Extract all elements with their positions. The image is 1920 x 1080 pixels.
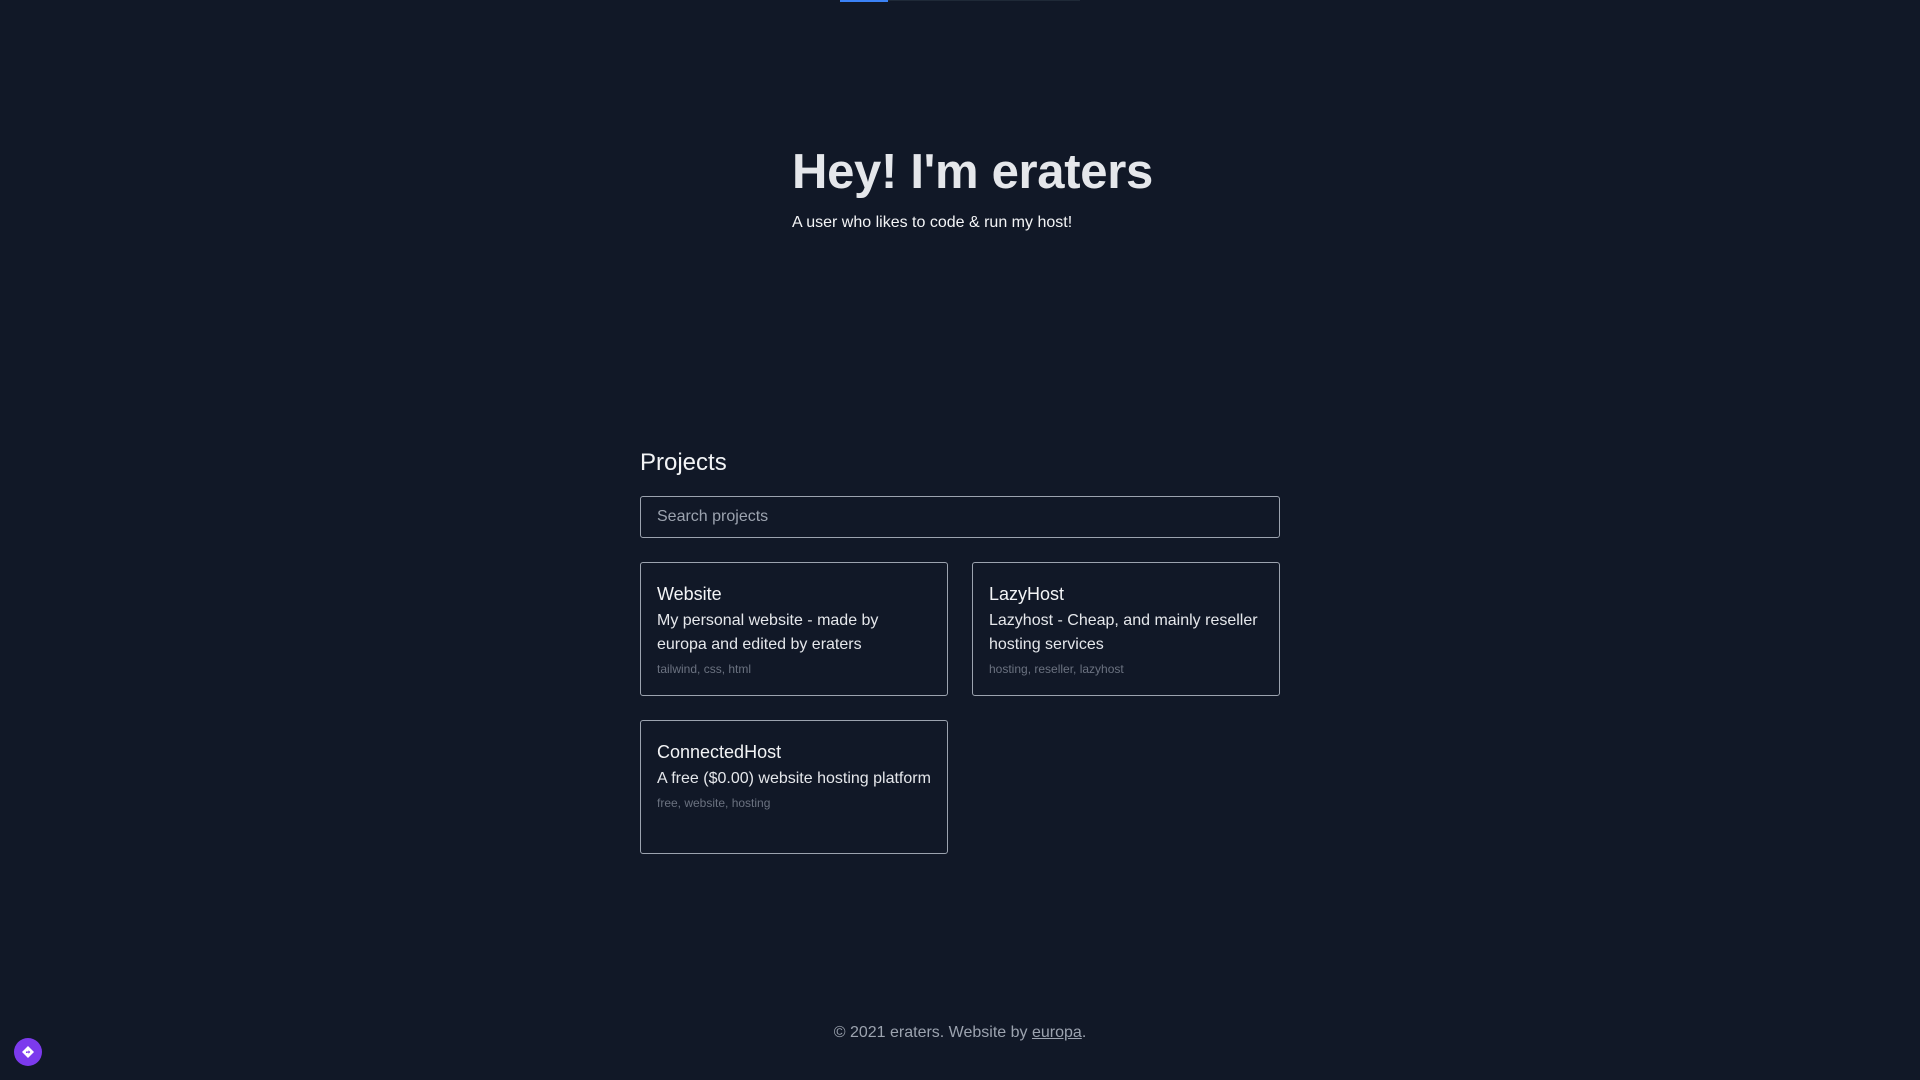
diamond-arrow-icon <box>22 1046 34 1058</box>
project-tags: hosting, reseller, lazyhost <box>989 662 1124 676</box>
floating-action-button[interactable] <box>14 1038 42 1066</box>
hero-subtitle: A user who likes to code & run my host! <box>792 214 1073 231</box>
project-description: My personal website - made by europa and… <box>657 612 879 653</box>
hero-title: Hey! I'm eraters <box>792 145 1153 199</box>
hero-section: Hey! I'm eraters A user who likes to cod… <box>792 140 1312 234</box>
footer-copyright: © 2021 eraters. Website by <box>833 1024 1032 1041</box>
project-description: Lazyhost - Cheap, and mainly reseller ho… <box>989 612 1258 653</box>
project-description: A free ($0.00) website hosting platform <box>657 770 931 787</box>
project-card-website[interactable]: Website My personal website - made by eu… <box>640 562 948 696</box>
project-card-connectedhost[interactable]: ConnectedHost A free ($0.00) website hos… <box>640 720 948 854</box>
active-nav-indicator <box>840 0 888 2</box>
project-tags: tailwind, css, html <box>657 662 752 676</box>
footer: © 2021 eraters. Website by europa. <box>0 1024 1920 1042</box>
project-title: Website <box>657 584 722 604</box>
project-title: LazyHost <box>989 584 1065 604</box>
projects-grid: Website My personal website - made by eu… <box>640 562 1280 854</box>
project-tags: free, website, hosting <box>657 796 771 810</box>
top-nav-indicator <box>840 0 1080 2</box>
projects-heading: Projects <box>640 449 727 476</box>
search-projects-input[interactable] <box>640 496 1280 538</box>
footer-author-link[interactable]: europa <box>1032 1024 1082 1041</box>
footer-period: . <box>1081 1024 1087 1041</box>
projects-section: Projects Website My personal website - m… <box>640 446 1280 854</box>
project-title: ConnectedHost <box>657 742 782 762</box>
project-card-lazyhost[interactable]: LazyHost Lazyhost - Cheap, and mainly re… <box>972 562 1280 696</box>
